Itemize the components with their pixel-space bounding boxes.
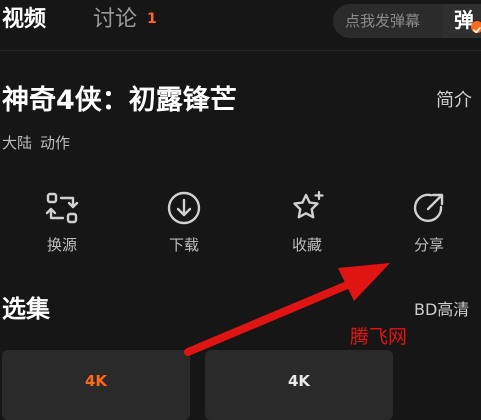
page-title: 神奇4侠：初露锋芒 <box>2 85 237 116</box>
tag-list: 大陆 动作 <box>2 134 78 152</box>
share-label: 分享 <box>413 236 444 254</box>
episode-label: 4K <box>287 372 311 390</box>
download-label: 下载 <box>168 236 199 254</box>
switch-source-label: 换源 <box>46 236 77 254</box>
share-button[interactable]: 分享 <box>389 190 469 260</box>
danmu-input[interactable]: 点我发弹幕 <box>333 4 443 38</box>
switch-source-icon <box>45 192 79 224</box>
top-tab-bar: 视频 讨论 1 点我发弹幕 弹 <box>0 0 481 51</box>
episode-label: 4K <box>84 372 108 390</box>
danmu-placeholder: 点我发弹幕 <box>345 12 421 30</box>
share-icon <box>413 193 444 223</box>
favorite-button[interactable]: 收藏 <box>267 190 347 260</box>
intro-link[interactable]: 简介 <box>436 91 472 111</box>
tag-genre: 动作 <box>40 134 71 152</box>
tab-discuss[interactable]: 讨论 <box>93 9 137 31</box>
danmu-toggle-button[interactable]: 弹 <box>443 4 481 38</box>
download-button[interactable]: 下载 <box>144 190 224 260</box>
episodes-title: 选集 <box>2 295 50 323</box>
tab-video[interactable]: 视频 <box>2 9 46 31</box>
download-icon <box>167 191 201 225</box>
check-badge-icon <box>471 21 481 34</box>
tag-region: 大陆 <box>2 134 33 152</box>
quality-selector[interactable]: BD高清 <box>414 301 469 319</box>
watermark-text: 腾飞网 <box>350 326 408 348</box>
favorite-label: 收藏 <box>291 236 322 254</box>
star-icon <box>293 190 324 219</box>
discuss-count-badge: 1 <box>147 11 157 27</box>
switch-source-button[interactable]: 换源 <box>22 190 102 260</box>
